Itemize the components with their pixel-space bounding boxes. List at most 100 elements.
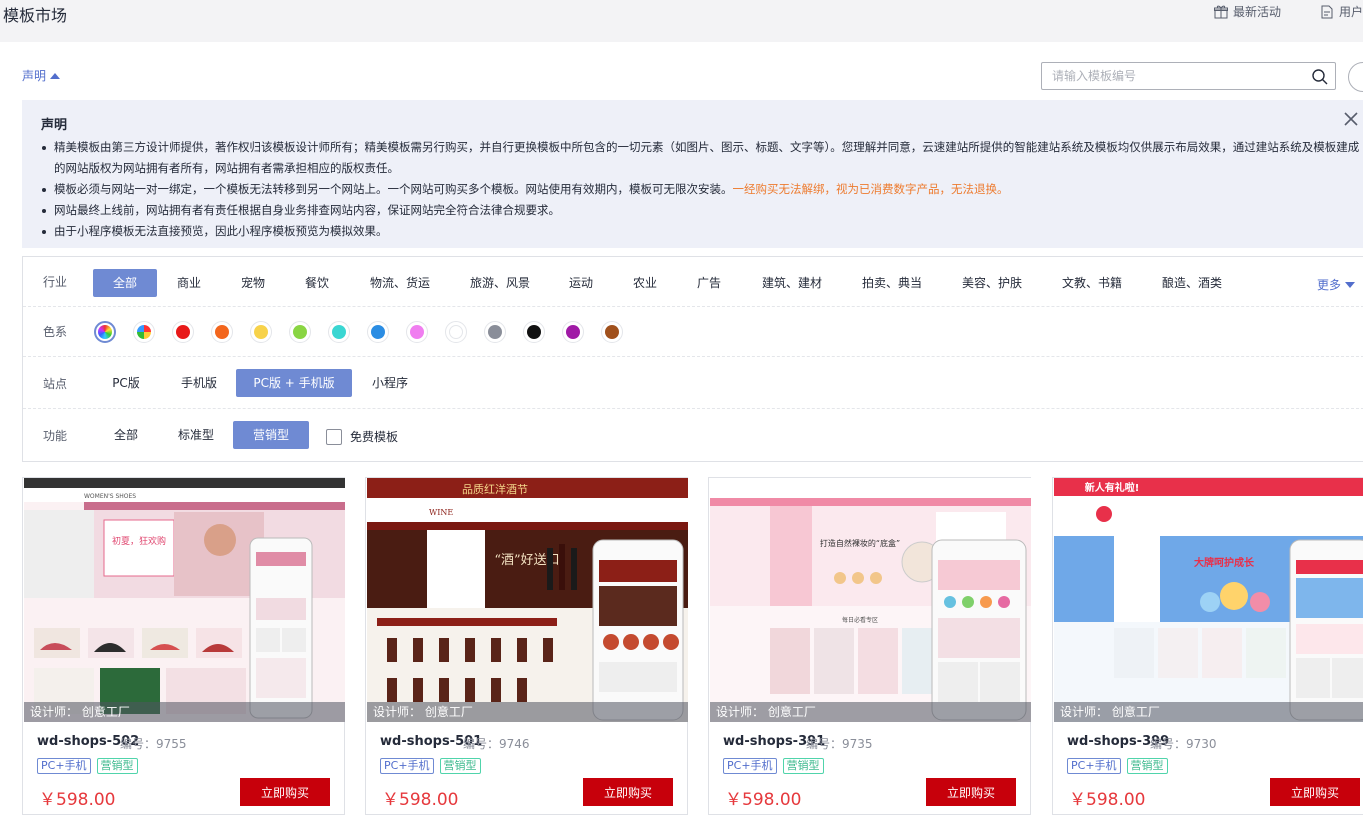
color-swatch[interactable] xyxy=(250,321,272,343)
industry-option[interactable]: 全部 xyxy=(93,269,157,297)
color-swatch[interactable] xyxy=(601,321,623,343)
industry-option[interactable]: 运动 xyxy=(549,269,613,297)
site-option[interactable]: 手机版 xyxy=(166,369,232,397)
site-option[interactable]: PC版 + 手机版 xyxy=(236,369,352,397)
main-panel: 声明 声明 精美模板由第三方设计师提供，著作权归该模板设计师所有；精美模板需另行… xyxy=(0,42,1363,824)
color-swatch[interactable] xyxy=(133,321,155,343)
industry-option[interactable]: 拍卖、典当 xyxy=(851,269,933,297)
color-dot xyxy=(449,325,463,339)
color-swatch[interactable] xyxy=(328,321,350,343)
template-card[interactable]: 品质红洋酒节 WINE “酒”好送口 设计师： 创意工厂 wd-shops-50… xyxy=(365,477,688,815)
template-card[interactable]: 初夏，狂欢购 WOMEN'S SHOES 设计师： 创意工厂 wd-shops-… xyxy=(22,477,345,815)
industry-option[interactable]: 广告 xyxy=(677,269,741,297)
template-number: 编号：9735 xyxy=(806,737,873,751)
search-icon[interactable] xyxy=(1311,68,1329,86)
site-filter-row: 站点 PC版 手机版 PC版 + 手机版 小程序 xyxy=(23,357,1363,409)
industry-option[interactable]: 宠物 xyxy=(221,269,285,297)
function-option[interactable]: 全部 xyxy=(93,421,159,449)
checkbox-box[interactable] xyxy=(326,428,342,445)
statement-item: 由于小程序模板无法直接预览，因此小程序模板预览为模拟效果。 xyxy=(40,221,1360,242)
function-option[interactable]: 营销型 xyxy=(233,421,309,449)
more-industries-button[interactable]: 更多 xyxy=(1317,276,1356,293)
tag-marketing: 营销型 xyxy=(782,758,824,774)
template-price: ￥598.00 xyxy=(725,790,802,810)
statement-toggle[interactable]: 声明 xyxy=(22,67,61,84)
gift-icon xyxy=(1213,5,1228,18)
color-dot xyxy=(332,325,346,339)
buy-now-button[interactable]: 立即购买 xyxy=(926,778,1016,806)
color-dot xyxy=(566,325,580,339)
color-dot xyxy=(293,325,307,339)
template-tags: PC+手机 营销型 xyxy=(723,758,824,774)
designer-label: 设计师： 创意工厂 xyxy=(367,702,688,722)
function-filter-row: 功能 全部 标准型 营销型 免费模板 xyxy=(23,409,1363,461)
template-preview[interactable]: 品质红洋酒节 WINE “酒”好送口 设计师： 创意工厂 xyxy=(367,478,688,722)
color-swatch[interactable] xyxy=(406,321,428,343)
industry-option[interactable]: 商业 xyxy=(157,269,221,297)
industry-option[interactable]: 文教、书籍 xyxy=(1051,269,1133,297)
industry-option[interactable]: 物流、货运 xyxy=(359,269,441,297)
template-search xyxy=(1041,62,1336,90)
template-preview[interactable]: 初夏，狂欢购 WOMEN'S SHOES 设计师： 创意工厂 xyxy=(24,478,345,722)
color-swatch[interactable] xyxy=(367,321,389,343)
template-number-input[interactable] xyxy=(1042,63,1297,89)
color-swatch[interactable] xyxy=(562,321,584,343)
color-dot xyxy=(371,325,385,339)
color-dot xyxy=(527,325,541,339)
designer-label: 设计师： 创意工厂 xyxy=(1054,702,1363,722)
color-filter-row: 色系 xyxy=(23,307,1363,357)
site-option[interactable]: 小程序 xyxy=(357,369,423,397)
template-number: 编号：9746 xyxy=(463,737,530,751)
color-swatch[interactable] xyxy=(94,321,116,343)
buy-now-button[interactable]: 立即购买 xyxy=(1270,778,1360,806)
close-icon[interactable] xyxy=(1342,110,1360,128)
tag-pc-mobile: PC+手机 xyxy=(723,758,777,774)
template-card[interactable]: 打造自然裸妆的“底盒” 每日必看专区 设计师： 创意工厂 wd-shops-39… xyxy=(708,477,1031,815)
thumb-slogan-text: 大牌呵护成长 xyxy=(1194,556,1255,569)
designer-label: 设计师： 创意工厂 xyxy=(24,702,345,722)
template-preview-image: 打造自然裸妆的“底盒” 每日必看专区 xyxy=(710,478,1031,722)
color-dot xyxy=(254,325,268,339)
industry-option[interactable]: 美容、护肤 xyxy=(951,269,1033,297)
color-swatch[interactable] xyxy=(484,321,506,343)
color-label: 色系 xyxy=(43,325,68,339)
free-template-checkbox[interactable]: 免费模板 xyxy=(326,428,398,445)
tag-marketing: 营销型 xyxy=(1126,758,1168,774)
industry-label: 行业 xyxy=(43,275,68,289)
buy-now-button[interactable]: 立即购买 xyxy=(583,778,673,806)
industry-option[interactable]: 农业 xyxy=(613,269,677,297)
thumb-banner-text: 打造自然裸妆的“底盒” xyxy=(820,538,900,548)
statement-item: 精美模板由第三方设计师提供，著作权归该模板设计师所有；精美模板需另行购买，并自行… xyxy=(40,137,1360,179)
user-guide-link[interactable]: 用户 xyxy=(1319,3,1363,20)
function-option[interactable]: 标准型 xyxy=(163,421,229,449)
template-preview[interactable]: 新人有礼啦! 大牌呵护成长 设计师： 创意工厂 xyxy=(1054,478,1363,722)
template-number: 编号：9755 xyxy=(120,737,187,751)
buy-now-button[interactable]: 立即购买 xyxy=(240,778,330,806)
latest-activity-link[interactable]: 最新活动 xyxy=(1213,3,1281,20)
color-swatch[interactable] xyxy=(172,321,194,343)
tag-pc-mobile: PC+手机 xyxy=(37,758,91,774)
top-right-links: 最新活动 用户 xyxy=(1175,3,1363,20)
statement-item-text: 模板必须与网站一对一绑定，一个模板无法转移到另一个网站上。一个网站可购买多个模板… xyxy=(54,182,733,196)
site-option[interactable]: PC版 xyxy=(93,369,159,397)
template-preview[interactable]: 打造自然裸妆的“底盒” 每日必看专区 设计师： 创意工厂 xyxy=(710,478,1031,722)
industry-option[interactable]: 旅游、风景 xyxy=(459,269,541,297)
color-swatch[interactable] xyxy=(523,321,545,343)
industry-option[interactable]: 酿造、酒类 xyxy=(1151,269,1233,297)
template-number: 编号：9730 xyxy=(1150,737,1217,751)
industry-option[interactable]: 餐饮 xyxy=(285,269,349,297)
color-swatch[interactable] xyxy=(445,321,467,343)
template-tags: PC+手机 营销型 xyxy=(380,758,481,774)
user-guide-label: 用户 xyxy=(1338,5,1363,19)
template-tags: PC+手机 营销型 xyxy=(1067,758,1168,774)
help-button[interactable] xyxy=(1348,62,1363,92)
tag-marketing: 营销型 xyxy=(439,758,481,774)
color-swatch[interactable] xyxy=(289,321,311,343)
industry-option[interactable]: 建筑、建材 xyxy=(751,269,833,297)
color-swatch[interactable] xyxy=(211,321,233,343)
designer-label: 设计师： 创意工厂 xyxy=(710,702,1031,722)
statement-title: 声明 xyxy=(41,118,68,133)
statement-toggle-label: 声明 xyxy=(22,69,47,83)
template-card[interactable]: 新人有礼啦! 大牌呵护成长 设计师： 创意工厂 wd-shops-399 编号：… xyxy=(1052,477,1363,815)
site-label: 站点 xyxy=(43,377,68,391)
